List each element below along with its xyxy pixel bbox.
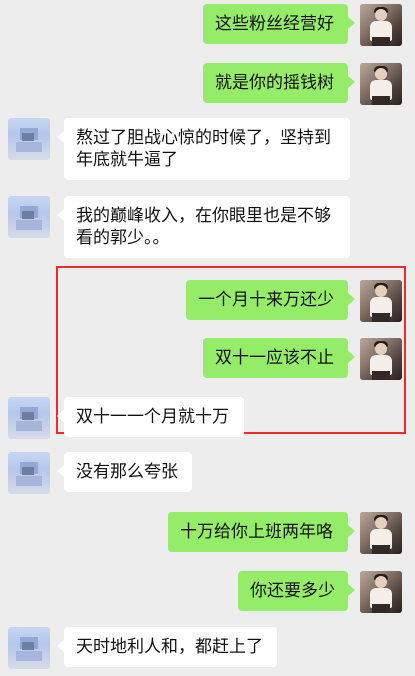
message-text: 没有那么夸张 — [76, 462, 178, 482]
message-text-line: 看的郭少。。 — [76, 228, 170, 248]
message-text: 双十一一个月就十万 — [76, 407, 229, 427]
avatar-self[interactable] — [360, 63, 402, 105]
message-text: 一个月十来万还少 — [198, 290, 334, 310]
avatar-other[interactable] — [8, 452, 50, 494]
message-bubble-self[interactable]: 这些粉丝经营好 — [203, 4, 355, 44]
message-bubble-self[interactable]: 就是你的摇钱树 — [203, 63, 355, 103]
message-bubble-other[interactable]: 没有那么夸张 — [57, 452, 192, 492]
message-text-line: 我的巅峰收入，在你眼里也是不够 — [76, 206, 331, 226]
message-text: 十万给你上班两年咯 — [180, 522, 333, 542]
message-text-line: 年底就牛逼了 — [76, 150, 178, 170]
message-bubble-self[interactable]: 双十一应该不止 — [203, 338, 355, 378]
message-bubble-self[interactable]: 你还要多少 — [238, 571, 355, 611]
avatar-other[interactable] — [8, 627, 50, 669]
message-text: 这些粉丝经营好 — [215, 14, 334, 34]
avatar-other[interactable] — [8, 118, 50, 160]
avatar-self[interactable] — [360, 338, 402, 380]
chat-window: 这些粉丝经营好 就是你的摇钱树 熬过了胆战心惊的时候了，坚持到 年底就牛逼了 我… — [0, 0, 415, 676]
message-text: 双十一应该不止 — [215, 348, 334, 368]
message-text-line: 熬过了胆战心惊的时候了，坚持到 — [76, 128, 331, 148]
avatar-self[interactable] — [360, 571, 402, 613]
avatar-other[interactable] — [8, 397, 50, 439]
message-bubble-self[interactable]: 十万给你上班两年咯 — [168, 512, 355, 552]
message-text: 就是你的摇钱树 — [215, 73, 334, 93]
message-bubble-other[interactable]: 我的巅峰收入，在你眼里也是不够 看的郭少。。 — [57, 196, 350, 258]
avatar-other[interactable] — [8, 196, 50, 238]
avatar-self[interactable] — [360, 4, 402, 46]
message-text: 你还要多少 — [250, 581, 335, 601]
message-text: 天时地利人和，都赶上了 — [76, 637, 263, 657]
message-bubble-other[interactable]: 熬过了胆战心惊的时候了，坚持到 年底就牛逼了 — [57, 118, 350, 180]
avatar-self[interactable] — [360, 280, 402, 322]
avatar-self[interactable] — [360, 512, 402, 554]
message-bubble-other[interactable]: 天时地利人和，都赶上了 — [57, 627, 277, 667]
message-bubble-self[interactable]: 一个月十来万还少 — [186, 280, 355, 320]
message-bubble-other[interactable]: 双十一一个月就十万 — [57, 397, 244, 437]
